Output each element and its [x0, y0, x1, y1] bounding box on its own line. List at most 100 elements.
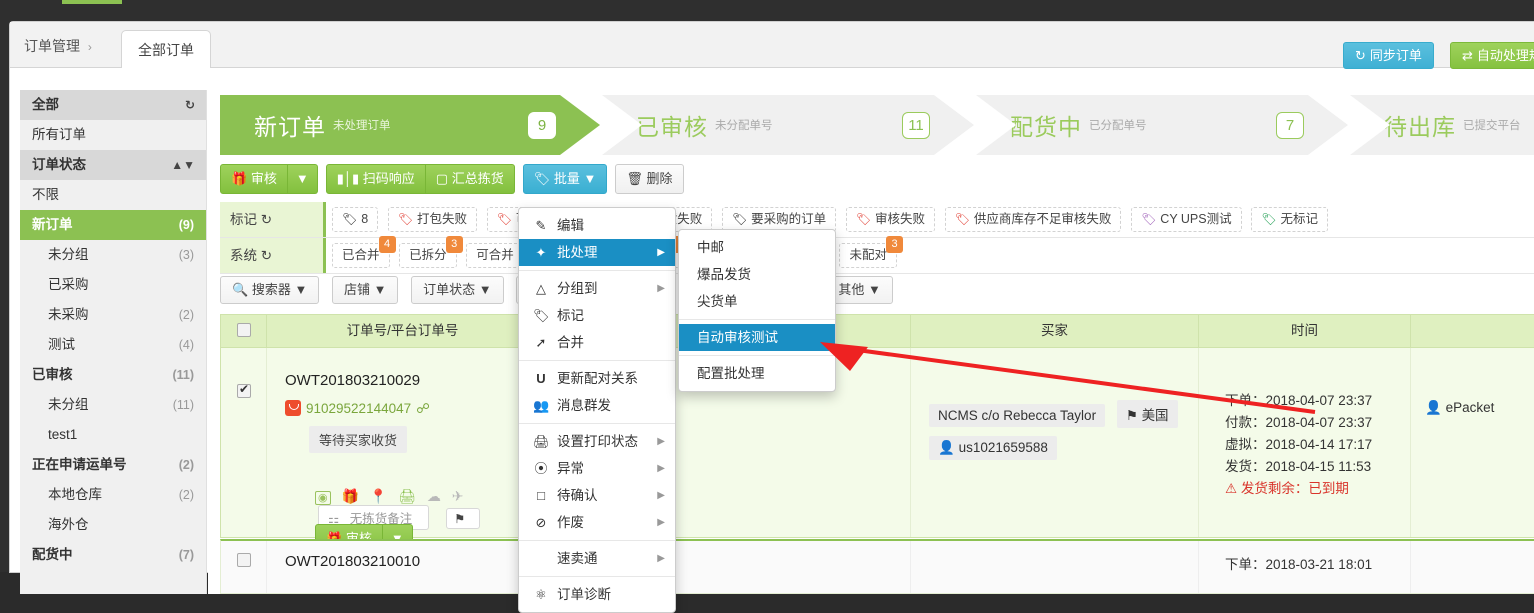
sitemap-icon[interactable]: ▲▼ [171, 150, 195, 180]
order-number[interactable]: OWT201803210029 [285, 372, 420, 389]
sidebar-item-purchased[interactable]: 已采购 [20, 270, 206, 300]
u-icon: U [536, 371, 546, 386]
tag-chip-audit-failed[interactable]: 🏷 审核失败 [845, 207, 936, 232]
column-buyer: 买家 [911, 315, 1199, 347]
menu-separator [679, 355, 835, 356]
system-chip-unmatched[interactable]: 未配对 3 [839, 236, 903, 268]
flag-icon: ⚑ [1125, 408, 1138, 423]
tag-chip-supplier-stock-audit-failed[interactable]: 🏷 供应商库存不足审核失败 [944, 207, 1122, 232]
auto-process-rules-button[interactable]: ⇄自动处理规则 [1450, 42, 1534, 69]
row-checkbox[interactable] [237, 553, 251, 567]
menu-item-tag-label: 标记 [557, 308, 584, 323]
gift-icon[interactable]: 🎁 [342, 488, 359, 504]
sidebar-item-audited[interactable]: 已审核 (11) [20, 360, 206, 390]
flow-step-pending-outbound[interactable]: 待出库 已提交平台 [1350, 95, 1534, 155]
submenu-item-configure-batch[interactable]: 配置批处理 [679, 360, 835, 387]
table-row[interactable]: OWT201803210010 x 1 piece 下单：2018-03-21 … [220, 539, 1534, 594]
audit-button[interactable]: 🎁 审核 [220, 164, 288, 194]
menu-item-set-print-status[interactable]: 🖨 设置打印状态 ▶ [519, 428, 675, 455]
table-row[interactable]: OWT201803210029 91029522144047 ☍ 等待买家收货 ◉… [220, 348, 1534, 584]
refresh-icon[interactable]: ↻ [261, 248, 272, 263]
chevron-right-icon: ▶ [657, 517, 665, 528]
system-chip-merged-label: 已合并 [342, 248, 380, 262]
time-order-placed-value: 2018-03-21 18:01 [1265, 557, 1373, 572]
sidebar-item-all-orders[interactable]: 所有订单 [20, 120, 206, 150]
system-chip-merged[interactable]: 已合并 4 [332, 236, 396, 268]
sidebar-item-ungrouped-new[interactable]: 未分组 (3) [20, 240, 206, 270]
menu-item-tag[interactable]: 🏷 标记 [519, 302, 675, 329]
audit-dropdown-toggle[interactable]: ▼ [287, 164, 318, 194]
tag-chip-cy-ups-test[interactable]: 🏷 CY UPS测试 [1131, 207, 1242, 232]
system-chip-split[interactable]: 已拆分 3 [399, 236, 463, 268]
menu-item-group-to[interactable]: △ 分组到 ▶ [519, 275, 675, 302]
sidebar-group-order-status[interactable]: 订单状态 ▲▼ [20, 150, 206, 180]
sidebar-item-local-warehouse[interactable]: 本地仓库 (2) [20, 480, 206, 510]
row-checkbox[interactable] [237, 382, 251, 398]
submenu-item-china-post[interactable]: 中邮 [679, 234, 835, 261]
sidebar-item-distributing[interactable]: 配货中 (7) [20, 540, 206, 570]
tag-chip-8[interactable]: 🏷 8 [332, 207, 379, 232]
sidebar-item-ungrouped-audited[interactable]: 未分组 (11) [20, 390, 206, 420]
sidebar-group-order-status-label: 订单状态 [32, 157, 86, 172]
tag-chip-no-tag[interactable]: 🏷 无标记 [1251, 207, 1328, 232]
breadcrumb-root[interactable]: 订单管理 [24, 38, 80, 54]
tag-icon: 🏷 [496, 212, 512, 226]
menu-item-order-diagnosis[interactable]: ⚛ 订单诊断 [519, 581, 675, 608]
system-chip-unmatched-label: 未配对 [849, 248, 887, 262]
menu-item-mass-message[interactable]: 👥 消息群发 [519, 392, 675, 419]
sidebar-group-all[interactable]: 全部 ↻ [20, 90, 206, 120]
refresh-icon[interactable]: ↻ [261, 212, 272, 227]
money-icon[interactable]: ◉ [315, 491, 331, 505]
print-icon[interactable]: 🖨 [398, 488, 416, 504]
sidebar-item-new-orders[interactable]: 新订单 (9) [20, 210, 206, 240]
searcher-dropdown[interactable]: 🔍 搜索器 ▼ [220, 276, 320, 304]
sidebar-item-unlimited[interactable]: 不限 [20, 180, 206, 210]
cloud-icon[interactable]: ☁ [427, 488, 441, 504]
menu-item-exception-label: 异常 [557, 461, 584, 476]
sidebar-item-not-purchased[interactable]: 未采购 (2) [20, 300, 206, 330]
sidebar-item-test1[interactable]: test1 [20, 420, 206, 450]
batch-button[interactable]: 🏷 批量 ▼ [522, 164, 608, 194]
batch-dropdown-menu[interactable]: ✎ 编辑 ✦ 批处理 ▶ △ 分组到 ▶ 🏷 标记 ➚ 合并 U 更新配对关系 … [518, 207, 676, 613]
tag-chip-pack-failed[interactable]: 🏷 打包失败 [387, 207, 478, 232]
flow-step-distributing[interactable]: 配货中 已分配单号 7 [976, 95, 1348, 155]
other-dropdown[interactable]: 其他 ▼ [826, 276, 893, 304]
external-link-icon[interactable]: ☍ [416, 401, 430, 416]
menu-item-update-matching[interactable]: U 更新配对关系 [519, 365, 675, 392]
menu-item-batch-process[interactable]: ✦ 批处理 ▶ [519, 239, 675, 266]
plane-icon[interactable]: ✈ [452, 488, 464, 504]
order-number[interactable]: OWT201803210010 [285, 553, 420, 570]
submenu-item-premium-order[interactable]: 尖货单 [679, 288, 835, 315]
menu-item-aliexpress[interactable]: 速卖通 ▶ [519, 545, 675, 572]
sidebar[interactable]: 全部 ↻ 所有订单 订单状态 ▲▼ 不限 新订单 (9) 未分组 (3) 已采购… [20, 90, 207, 594]
summary-picking-button[interactable]: ▢ 汇总拣货 [425, 164, 515, 194]
tab-all-orders[interactable]: 全部订单 [121, 30, 211, 68]
sync-orders-button[interactable]: ↻ 同步订单 [1343, 42, 1434, 69]
scan-response-button[interactable]: ▮│▮ 扫码响应 [325, 164, 426, 194]
system-chip-mergeable[interactable]: 可合并 [466, 243, 524, 268]
tag-chip-pack-failed-label: 打包失败 [417, 212, 468, 226]
flow-step-pending-outbound-title: 待出库 [1384, 114, 1456, 140]
menu-item-pending-confirm[interactable]: □ 待确认 ▶ [519, 482, 675, 509]
menu-item-void[interactable]: ⊘ 作废 ▶ [519, 509, 675, 536]
select-all-checkbox[interactable] [236, 323, 251, 337]
system-filter-row: 系统 ↻ 已合并4 已拆分3 可合并 买家备注1 我的备注5 有留言 库存不足4… [220, 236, 1534, 274]
sidebar-item-overseas-warehouse[interactable]: 海外仓 [20, 510, 206, 540]
submenu-item-hot-item-shipping[interactable]: 爆品发货 [679, 261, 835, 288]
delete-button[interactable]: 🗑 删除 [615, 164, 684, 194]
menu-item-exception[interactable]: ⦿ 异常 ▶ [519, 455, 675, 482]
pin-icon[interactable]: 📍 [370, 488, 387, 504]
platform-order-number[interactable]: 91029522144047 ☍ [285, 400, 430, 417]
flow-step-new-orders[interactable]: 新订单 未处理订单 9 [220, 95, 600, 155]
sidebar-item-applying-tracking[interactable]: 正在申请运单号 (2) [20, 450, 206, 480]
batch-process-submenu[interactable]: 中邮 爆品发货 尖货单 自动审核测试 配置批处理 [678, 229, 836, 392]
sidebar-item-test[interactable]: 测试 (4) [20, 330, 206, 360]
submenu-item-auto-audit-test[interactable]: 自动审核测试 [679, 324, 835, 351]
refresh-icon[interactable]: ↻ [185, 90, 195, 120]
buyer-id-text: us1021659588 [958, 440, 1048, 455]
menu-item-merge[interactable]: ➚ 合并 [519, 329, 675, 356]
flow-step-audited[interactable]: 已审核 未分配单号 11 [602, 95, 974, 155]
shop-dropdown[interactable]: 店铺 ▼ [331, 276, 399, 304]
menu-item-edit[interactable]: ✎ 编辑 [519, 212, 675, 239]
order-status-dropdown[interactable]: 订单状态 ▼ [411, 276, 504, 304]
